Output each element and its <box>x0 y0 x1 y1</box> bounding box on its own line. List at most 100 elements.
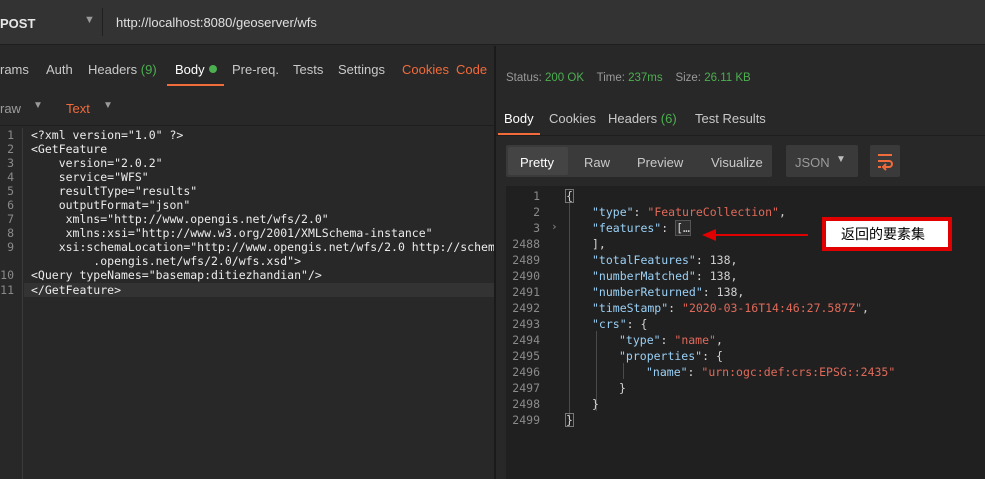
json-key: "crs" <box>592 317 627 331</box>
json-string: "2020-03-16T14:46:27.587Z" <box>682 301 863 315</box>
chevron-down-icon[interactable]: ▼ <box>33 100 43 111</box>
view-raw-button[interactable]: Raw <box>584 155 610 170</box>
size-label: Size: <box>675 72 702 84</box>
json-line: "type": "FeatureCollection", <box>592 205 786 219</box>
json-key: "numberReturned" <box>592 285 703 299</box>
code-line: <Query typeNames="basemap:ditiezhandian"… <box>31 268 322 282</box>
status-label: Status: <box>506 72 542 84</box>
code-line: service="WFS" <box>31 170 149 184</box>
json-line: "numberMatched": 138, <box>592 269 738 283</box>
line-number: 7 <box>7 212 14 226</box>
code-line: <?xml version="1.0" ?> <box>31 128 184 142</box>
annotation-label: 返回的要素集 <box>841 227 925 243</box>
line-number: 2496 <box>512 365 540 379</box>
tab-tests[interactable]: Tests <box>293 62 323 77</box>
tab-params[interactable]: rams <box>0 62 29 77</box>
response-tab-cookies[interactable]: Cookies <box>549 111 596 126</box>
response-tab-body[interactable]: Body <box>504 111 534 126</box>
line-number: 5 <box>7 184 14 198</box>
line-number: 2493 <box>512 317 540 331</box>
json-line: "features": [… <box>592 220 691 236</box>
chevron-down-icon[interactable]: ▼ <box>84 14 95 26</box>
json-string: "name" <box>674 333 716 347</box>
line-number: 3 <box>7 156 14 170</box>
tab-settings[interactable]: Settings <box>338 62 385 77</box>
line-number: 2489 <box>512 253 540 267</box>
line-number: 1 <box>533 189 540 203</box>
time-value[interactable]: 237ms <box>628 72 663 84</box>
time-label: Time: <box>596 72 625 84</box>
line-number: 2 <box>7 142 14 156</box>
json-line: "numberReturned": 138, <box>592 285 745 299</box>
json-line: "totalFeatures": 138, <box>592 253 738 267</box>
line-number: 2490 <box>512 269 540 283</box>
response-tab-test-results[interactable]: Test Results <box>695 111 766 126</box>
size-value[interactable]: 26.11 KB <box>704 72 750 84</box>
indent-guide <box>569 203 570 427</box>
tab-headers[interactable]: Headers (9) <box>88 62 157 77</box>
code-line: xsi:schemaLocation="http://www.opengis.n… <box>31 240 509 254</box>
response-tab-headers[interactable]: Headers (6) <box>608 111 677 126</box>
line-number: 2495 <box>512 349 540 363</box>
view-preview-button[interactable]: Preview <box>637 155 683 170</box>
json-key: "properties" <box>619 349 703 363</box>
code-line: xmlns:xsi="http://www.w3.org/2001/XMLSch… <box>31 226 433 240</box>
tab-body[interactable]: Body <box>175 62 217 77</box>
headers-count-badge: (9) <box>140 62 157 77</box>
json-key: "name" <box>646 365 688 379</box>
line-number: 8 <box>7 226 14 240</box>
active-tab-indicator <box>167 84 224 86</box>
line-number: 11 <box>0 283 14 297</box>
code-line: resultType="results" <box>31 184 198 198</box>
status-value[interactable]: 200 OK <box>545 72 584 84</box>
annotation-arrow-icon <box>702 229 808 241</box>
json-line: "type": "name", <box>619 333 723 347</box>
json-key: "timeStamp" <box>592 301 669 315</box>
line-number: 2497 <box>512 381 540 395</box>
code-link[interactable]: Code <box>456 62 487 77</box>
chevron-right-icon[interactable]: › <box>551 220 558 233</box>
line-number: 1 <box>7 128 14 142</box>
divider <box>496 135 985 136</box>
url-input[interactable]: http://localhost:8080/geoserver/wfs <box>116 15 317 30</box>
wrap-lines-icon <box>878 154 893 171</box>
tab-auth[interactable]: Auth <box>46 62 73 77</box>
line-number: 2499 <box>512 413 540 427</box>
chevron-down-icon[interactable]: ▼ <box>836 154 846 165</box>
json-line: "name": "urn:ogc:def:crs:EPSG::2435" <box>646 365 896 379</box>
collapsed-array[interactable]: [… <box>675 220 691 236</box>
body-indicator-dot <box>208 65 217 73</box>
line-number: 2492 <box>512 301 540 315</box>
body-format-select[interactable]: Text <box>66 101 90 116</box>
request-body-editor[interactable]: 1 <?xml version="1.0" ?> 2 <GetFeature 3… <box>0 128 509 479</box>
json-key: "type" <box>592 205 634 219</box>
code-line: </GetFeature> <box>31 283 122 297</box>
wrap-lines-button[interactable] <box>870 145 900 177</box>
view-visualize-button[interactable]: Visualize <box>711 155 763 170</box>
line-number: 2498 <box>512 397 540 411</box>
method-select[interactable]: POST <box>0 16 35 31</box>
json-number: 138 <box>709 253 731 267</box>
view-pretty-button[interactable]: Pretty <box>520 155 554 170</box>
response-format-label: JSON <box>795 155 830 170</box>
json-line: "timeStamp": "2020-03-16T14:46:27.587Z", <box>592 301 869 315</box>
tab-prereq[interactable]: Pre-req. <box>232 62 279 77</box>
json-line: } <box>592 397 599 411</box>
response-headers-count-badge: (6) <box>660 111 677 126</box>
line-number: 3 <box>533 221 540 235</box>
code-line: .opengis.net/wfs/2.0/wfs.xsd"> <box>31 254 302 268</box>
tab-headers-label: Headers <box>88 62 138 77</box>
json-key: "features" <box>592 221 662 235</box>
json-key: "totalFeatures" <box>592 253 696 267</box>
body-mode-select[interactable]: raw <box>0 101 21 116</box>
tab-body-label: Body <box>175 62 205 77</box>
line-number: 2494 <box>512 333 540 347</box>
response-tab-headers-label: Headers <box>608 111 658 126</box>
json-line: { <box>565 189 574 203</box>
chevron-down-icon[interactable]: ▼ <box>103 100 113 111</box>
json-line: } <box>565 413 574 427</box>
json-string: "urn:ogc:def:crs:EPSG::2435" <box>701 365 896 379</box>
cookies-link[interactable]: Cookies <box>402 62 449 77</box>
json-key: "type" <box>619 333 661 347</box>
indent-guide <box>623 363 624 379</box>
